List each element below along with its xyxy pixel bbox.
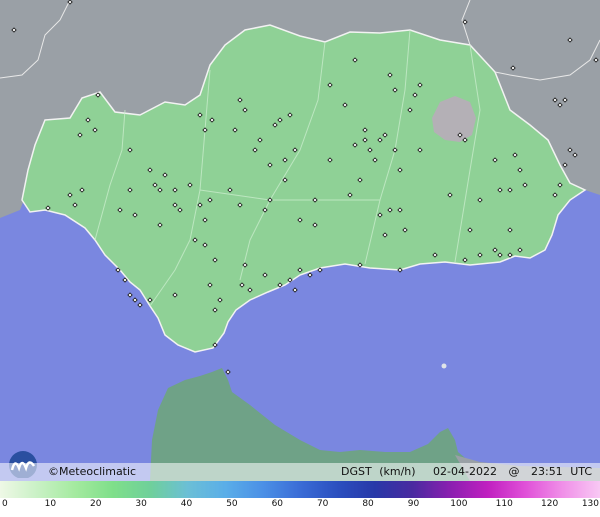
variable-label: DGST	[340, 465, 372, 478]
brand-name: Meteoclimatic	[59, 465, 137, 478]
color-scale-bar	[0, 481, 600, 498]
scale-tick-label: 90	[407, 499, 420, 509]
copyright-symbol: ©	[48, 465, 59, 478]
wind-gust-map[interactable]	[0, 0, 600, 517]
info-bar: ©Meteoclimatic DGST (km/h) 02-04-2022 @ …	[0, 463, 600, 481]
color-scale-labels: 0 10 20 30 40 50 60 70 80 90 100 110 120 130	[0, 498, 600, 517]
scale-tick-label: 80	[362, 499, 374, 509]
scale-tick-label: 50	[226, 499, 238, 509]
islet	[441, 363, 447, 369]
at-label: @	[508, 465, 520, 478]
scale-tick-label: 110	[495, 499, 513, 509]
scale-tick-label: 20	[90, 499, 102, 509]
scale-tick-label: 0	[2, 499, 8, 509]
scale-tick-label: 30	[135, 499, 147, 509]
time-label: 23:51	[530, 465, 563, 478]
scale-tick-label: 70	[316, 499, 329, 509]
brand-label[interactable]: ©Meteoclimatic	[48, 465, 136, 478]
unit-label: (km/h)	[379, 465, 416, 478]
scale-tick-label: 120	[541, 499, 559, 509]
scale-tick-label: 40	[180, 499, 193, 509]
scale-tick-label: 100	[450, 499, 468, 509]
date-label: 02-04-2022	[433, 465, 497, 478]
timezone-label: UTC	[570, 465, 592, 478]
scale-tick-label: 60	[271, 499, 284, 509]
scale-tick-label: 10	[44, 499, 57, 509]
map-frame: ©Meteoclimatic DGST (km/h) 02-04-2022 @ …	[0, 0, 600, 517]
map-info: DGST (km/h) 02-04-2022 @ 23:51 UTC	[341, 465, 592, 478]
scale-tick-label: 130	[581, 499, 599, 509]
